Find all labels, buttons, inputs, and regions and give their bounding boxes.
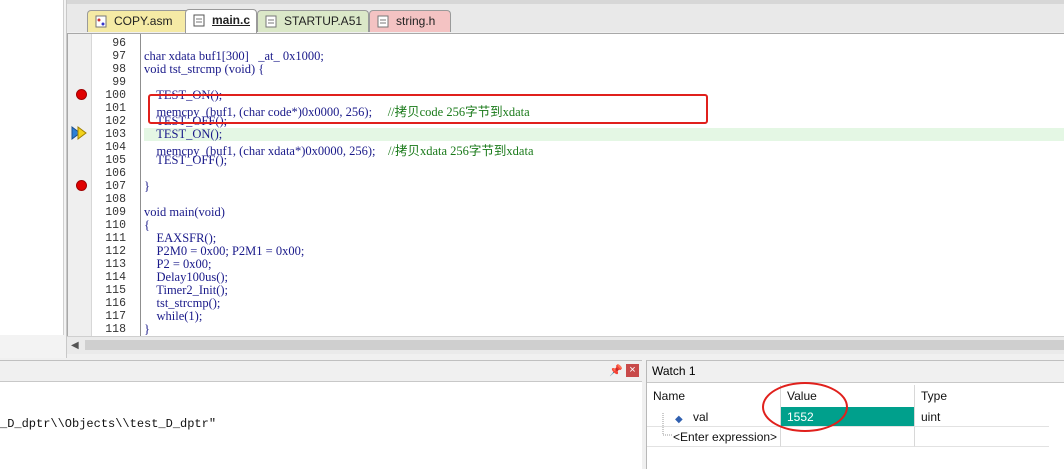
annotation-highlight-circle <box>762 382 848 432</box>
watch-row-type: uint <box>915 407 1049 427</box>
watch-empty-type <box>915 427 1049 447</box>
scrollbar-thumb[interactable] <box>85 340 1064 350</box>
editor-horizontal-scrollbar[interactable]: ◀ <box>67 336 1064 354</box>
line-number: 100 <box>105 89 126 102</box>
line-number: 111 <box>105 232 126 245</box>
line-number: 96 <box>112 37 126 50</box>
tab-label: COPY.asm <box>114 14 173 28</box>
line-number: 110 <box>105 219 126 232</box>
tab-string-h[interactable]: string.h <box>369 10 451 32</box>
watch-title: Watch 1 <box>647 361 1064 383</box>
line-number: 107 <box>105 180 126 193</box>
code-line[interactable]: while(1); <box>144 309 203 324</box>
line-number: 102 <box>105 115 126 128</box>
line-number: 105 <box>105 154 126 167</box>
tab-main-c[interactable]: main.c <box>185 9 257 33</box>
line-number: 97 <box>112 50 126 63</box>
fold-margin <box>140 34 141 337</box>
build-output-text: _D_dptr\\Objects\\test_D_dptr" <box>0 417 217 431</box>
tab-label: STARTUP.A51 <box>284 14 363 28</box>
tab-copy-asm[interactable]: COPY.asm <box>87 10 199 32</box>
line-number: 112 <box>105 245 126 258</box>
build-output-panel: 📌 × _D_dptr\\Objects\\test_D_dptr" <box>0 360 642 469</box>
code-line[interactable]: void tst_strcmp (void) { <box>144 62 264 77</box>
c-file-icon <box>193 14 205 27</box>
scroll-left-icon[interactable]: ◀ <box>71 340 79 351</box>
line-number: 109 <box>105 206 126 219</box>
tree-lines <box>662 413 672 436</box>
line-number: 114 <box>105 271 126 284</box>
line-number: 118 <box>105 323 126 336</box>
line-number: 99 <box>112 76 126 89</box>
tab-label: string.h <box>396 14 436 28</box>
line-number: 98 <box>112 63 126 76</box>
h-file-icon <box>377 15 389 28</box>
line-number: 104 <box>105 141 126 154</box>
watch-col-name[interactable]: Name <box>647 385 781 407</box>
close-icon[interactable]: × <box>626 364 639 377</box>
line-number: 113 <box>105 258 126 271</box>
code-line[interactable]: } <box>144 179 150 194</box>
breakpoint-icon[interactable] <box>76 89 87 100</box>
code-editor[interactable]: 96 97 char xdata buf1[300] _at_ 0x1000; 98 v… <box>67 33 1064 337</box>
line-number: 115 <box>105 284 126 297</box>
line-number: 117 <box>105 310 126 323</box>
annotation-highlight-box <box>148 94 708 124</box>
code-line[interactable]: void main(void) <box>144 205 225 220</box>
line-number: 108 <box>105 193 126 206</box>
pin-icon[interactable]: 📌 <box>609 364 623 377</box>
breakpoint-icon[interactable] <box>76 180 87 191</box>
code-line[interactable]: } <box>144 322 150 337</box>
asm-file-icon <box>95 15 107 28</box>
project-panel-edge <box>0 0 67 358</box>
line-number: 106 <box>105 167 126 180</box>
line-number: 101 <box>105 102 126 115</box>
tab-startup-a51[interactable]: STARTUP.A51 <box>257 10 369 32</box>
code-line[interactable]: TEST_OFF(); <box>144 153 227 168</box>
line-number: 103 <box>105 128 126 141</box>
line-number: 116 <box>105 297 126 310</box>
editor-tab-bar: COPY.asm main.c STARTUP.A51 string.h <box>67 0 1064 33</box>
watch-window: Watch 1 Name Value Type ◆ val 1552 uint … <box>646 360 1064 469</box>
a51-file-icon <box>265 15 277 28</box>
watch-col-type[interactable]: Type <box>915 385 1049 407</box>
panel-header: 📌 × <box>0 361 642 382</box>
tab-label: main.c <box>212 13 251 27</box>
current-line-arrow-icon <box>71 126 87 140</box>
